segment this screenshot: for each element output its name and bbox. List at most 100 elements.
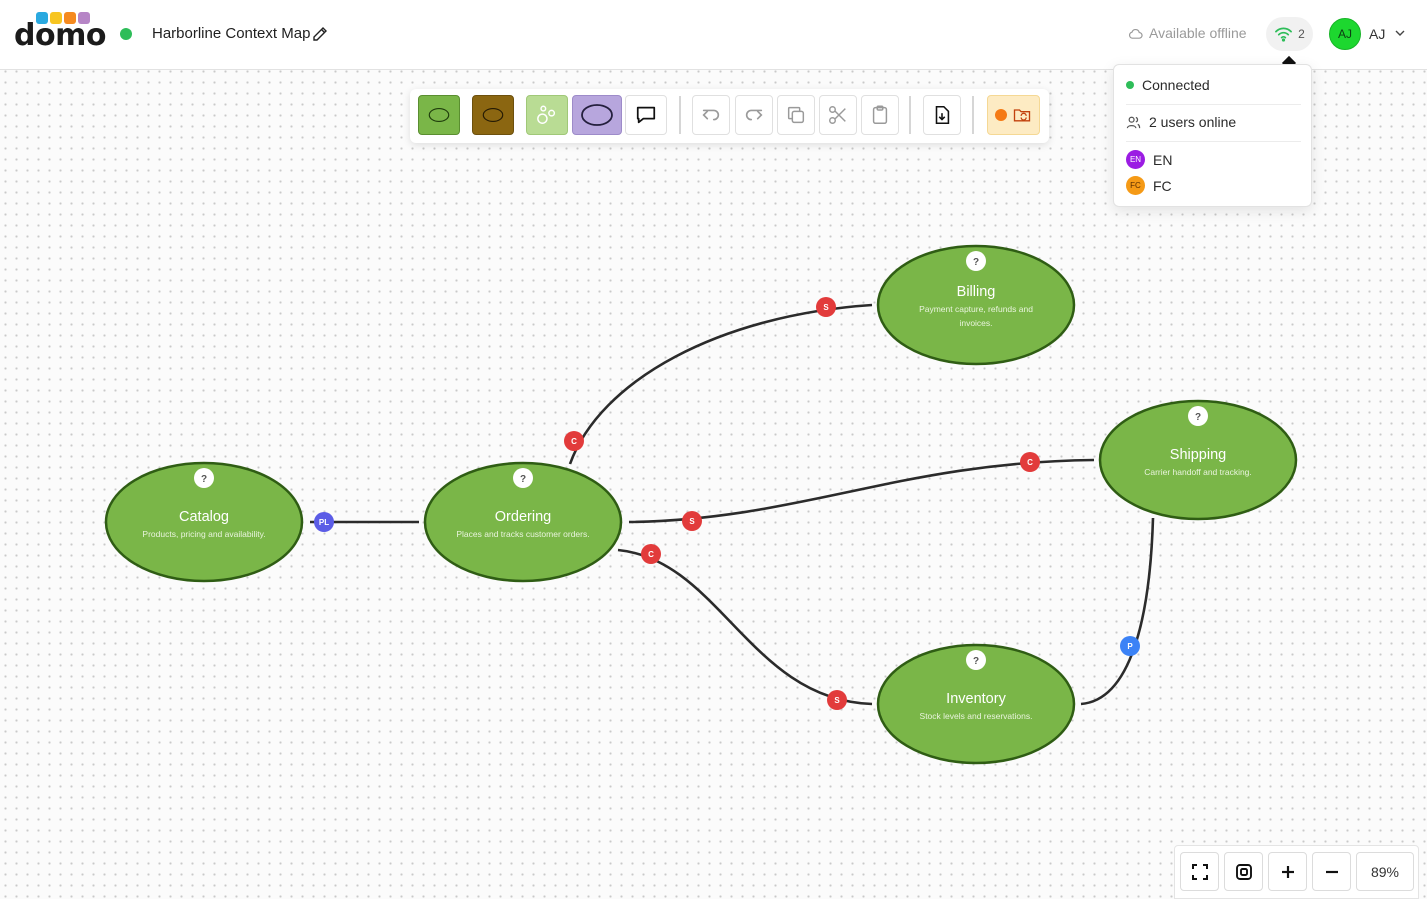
supporting-subdomain-tool[interactable] [526,95,568,135]
svg-text:S: S [834,696,840,705]
undo-button[interactable] [692,95,730,135]
divider [1126,104,1301,105]
ellipse-icon [428,107,450,123]
external-system-tool[interactable] [572,95,622,135]
node-title: Inventory [946,691,1006,707]
node-description: Stock levels and reservations. [920,711,1033,721]
copy-button[interactable] [777,95,815,135]
fullscreen-button[interactable] [1180,852,1219,891]
connection-popover: Connected 2 users online EN EN FC FC [1113,64,1312,207]
cut-button[interactable] [819,95,857,135]
avatar: EN [1126,150,1145,169]
online-user: EN EN [1126,150,1172,169]
logo-text: domo [14,18,106,53]
zoom-out-button[interactable] [1312,852,1351,891]
edge-ordering-inventory[interactable] [617,548,873,706]
badge-customer[interactable]: C [641,544,661,564]
offline-status[interactable]: Available offline [1128,25,1247,41]
toolbar-divider [679,96,681,134]
scissors-icon [829,106,846,124]
comment-icon [636,106,656,124]
redo-icon [745,109,763,121]
badge-supplier[interactable]: S [816,297,836,317]
undo-icon [702,109,720,121]
badge-supplier[interactable]: S [827,690,847,710]
plus-icon [1281,865,1294,878]
online-user-label: FC [1153,177,1172,194]
clipboard-icon [872,105,888,124]
badge-partnership[interactable]: P [1120,636,1140,656]
connection-button[interactable]: 2 [1266,17,1313,51]
toolbar-divider [909,96,911,134]
users-online-label: 2 users online [1149,114,1237,130]
presence-button[interactable] [987,95,1040,135]
badge-published-language[interactable]: PL [314,512,334,532]
node-ordering[interactable]: ? Ordering Places and tracks customer or… [423,461,623,583]
chevron-down-icon[interactable] [1394,28,1406,38]
fit-view-button[interactable] [1224,852,1263,891]
node-title: Shipping [1170,447,1226,463]
node-title: Catalog [179,509,229,525]
pencil-icon[interactable] [312,26,328,42]
cloud-icon [1128,28,1143,39]
node-inventory[interactable]: ? Inventory Stock levels and reservation… [876,643,1076,765]
generic-domain-tool[interactable] [472,95,514,135]
domo-logo[interactable]: domo [14,12,106,53]
question-mark: ? [201,474,207,485]
comment-tool[interactable] [625,95,667,135]
app-header: domo Harborline Context Map Available of… [0,0,1427,70]
toolbar-divider [972,96,974,134]
record-dot-icon [995,109,1007,121]
file-download-icon [935,105,950,125]
svg-text:P: P [1127,642,1133,651]
online-user-label: EN [1153,151,1173,168]
question-mark: ? [973,656,979,667]
fit-view-icon [1235,863,1252,880]
badge-customer[interactable]: C [1020,452,1040,472]
fullscreen-icon [1191,863,1208,880]
node-catalog[interactable]: ? Catalog Products, pricing and availabi… [104,461,304,583]
node-description: Places and tracks customer orders. [456,529,589,539]
node-billing[interactable]: ? Billing Payment capture, refunds and i… [876,244,1076,366]
offline-label: Available offline [1149,25,1247,41]
core-domain-tool[interactable] [418,95,460,135]
avatar[interactable]: AJ [1329,18,1361,50]
divider [1126,141,1301,142]
zoom-in-button[interactable] [1268,852,1307,891]
ellipse-icon [482,107,504,123]
edge-ordering-billing[interactable] [568,303,873,465]
svg-text:C: C [648,550,654,559]
edge-shipping-inventory[interactable] [1080,517,1155,706]
avatar: FC [1126,176,1145,195]
paste-button[interactable] [861,95,899,135]
node-shipping[interactable]: ? Shipping Carrier handoff and tracking. [1098,399,1298,521]
folder-sync-icon [1013,109,1031,122]
question-mark: ? [1195,412,1201,423]
connected-dot [1126,81,1134,89]
user-initials[interactable]: AJ [1369,26,1385,42]
page-title: Harborline Context Map [152,25,311,42]
users-icon [1126,116,1141,128]
node-description: Products, pricing and availability. [142,529,265,539]
svg-text:PL: PL [319,518,329,527]
zoom-level[interactable]: 89% [1356,852,1414,891]
node-description: Payment capture, refunds and [919,304,1033,314]
redo-button[interactable] [735,95,773,135]
ellipse-icon [581,104,613,126]
badge-customer[interactable]: C [564,431,584,451]
zoom-controls: 89% [1174,845,1419,899]
svg-text:S: S [823,303,829,312]
export-button[interactable] [923,95,961,135]
connection-status-label: Connected [1142,77,1210,93]
question-mark: ? [520,474,526,485]
copy-icon [787,106,805,124]
connection-count: 2 [1298,27,1305,41]
node-description: Carrier handoff and tracking. [1144,467,1252,477]
badge-supplier[interactable]: S [682,511,702,531]
online-user: FC FC [1126,176,1172,195]
svg-text:S: S [689,517,695,526]
question-mark: ? [973,257,979,268]
users-online: 2 users online [1126,114,1236,130]
wifi-icon [1275,27,1293,42]
editor-toolbar [410,89,1049,143]
